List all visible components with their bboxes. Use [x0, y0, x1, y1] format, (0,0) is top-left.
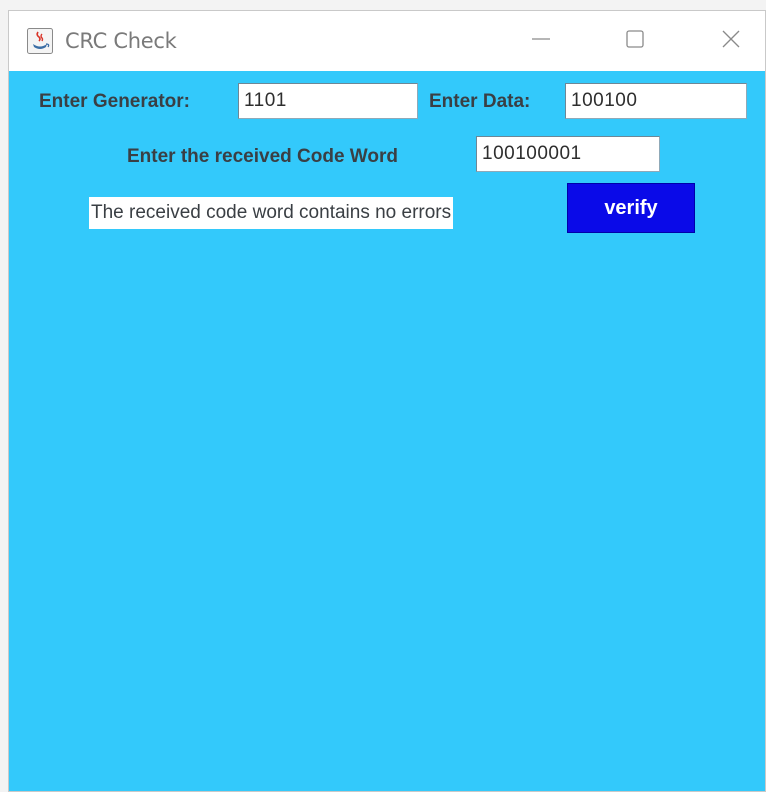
data-label: Enter Data: — [429, 91, 531, 112]
generator-input[interactable] — [238, 83, 418, 119]
window-title: CRC Check — [65, 29, 177, 53]
app-window: CRC Check Enter Generator: Enter Data: — [8, 10, 766, 792]
minimize-button[interactable] — [519, 25, 563, 57]
close-icon — [720, 28, 742, 55]
content-panel: Enter Generator: Enter Data: Enter the r… — [9, 71, 765, 791]
java-cup-icon — [27, 28, 53, 54]
generator-label: Enter Generator: — [39, 91, 190, 112]
codeword-input[interactable] — [476, 136, 660, 172]
close-button[interactable] — [709, 25, 753, 57]
maximize-icon — [624, 28, 646, 55]
maximize-button[interactable] — [613, 25, 657, 57]
codeword-label: Enter the received Code Word — [127, 146, 398, 167]
data-input[interactable] — [565, 83, 747, 119]
minimize-icon — [530, 28, 552, 55]
status-message: The received code word contains no error… — [89, 197, 454, 229]
title-bar[interactable]: CRC Check — [9, 11, 765, 71]
verify-button[interactable]: verify — [567, 183, 695, 233]
